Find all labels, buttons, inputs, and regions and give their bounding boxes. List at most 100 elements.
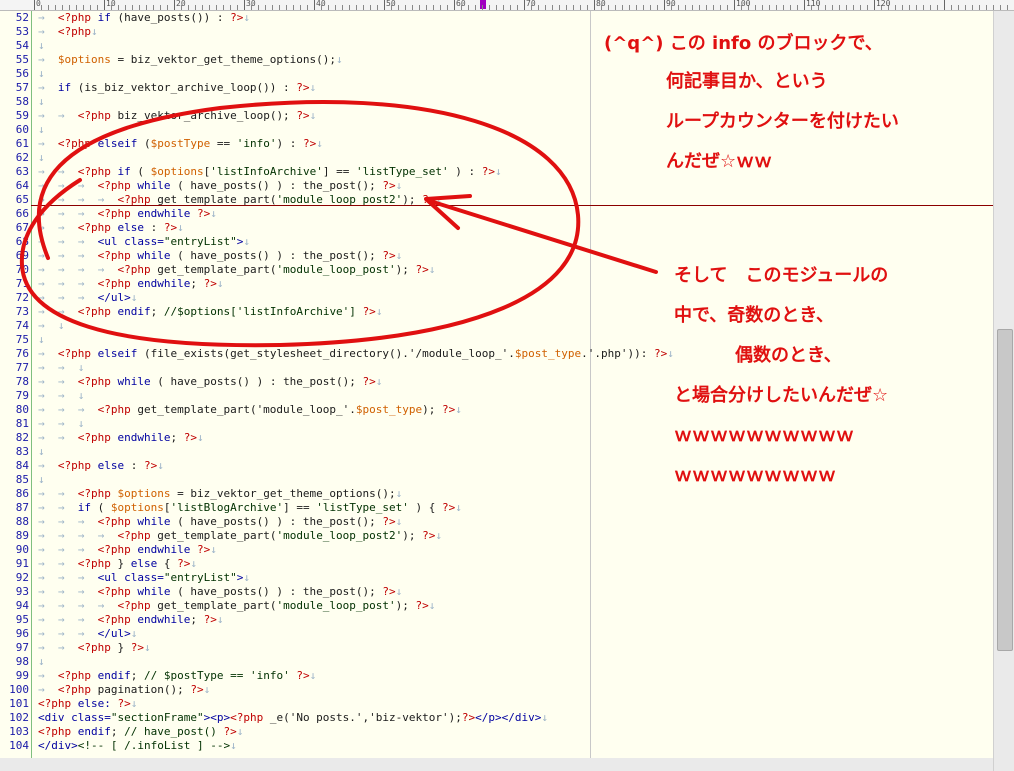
code-token: while — [130, 179, 178, 192]
code-token: <?php — [117, 529, 151, 542]
code-token: ; — [130, 669, 144, 682]
ruler-tick — [223, 5, 224, 10]
line-text: → → → <?php endwhile; ?>↓ — [38, 613, 223, 627]
ruler-tick — [489, 5, 490, 10]
code-token: else — [91, 459, 131, 472]
newline-mark: ↓ — [177, 221, 184, 234]
tab-mark: → — [38, 347, 58, 360]
ruler-tick — [559, 5, 560, 10]
newline-mark: ↓ — [435, 529, 443, 542]
ruler-tick — [573, 5, 574, 10]
ruler-tick — [139, 5, 140, 10]
ruler-label: 20 — [176, 0, 186, 8]
tab-mark: → → → — [38, 585, 98, 598]
scrollbar-thumb[interactable] — [997, 329, 1013, 651]
code-token: <?php — [230, 711, 264, 724]
newline-mark: ↓ — [157, 459, 164, 472]
line-text: → → → </ul>↓ — [38, 291, 137, 305]
line-text: → → → <?php endwhile ?>↓ — [38, 543, 217, 557]
line-text: → → <?php while ( have_posts() ) : the_p… — [38, 375, 382, 389]
line-text: → → <?php if ( $options['listInfoArchive… — [38, 165, 502, 179]
line-number: 78 — [15, 375, 29, 388]
newline-mark: ↓ — [203, 683, 211, 696]
tab-mark: → → — [38, 557, 78, 570]
line-text: ↓ — [38, 333, 45, 347]
code-token: <?php — [57, 137, 91, 150]
ruler-tick — [664, 0, 665, 10]
annotation-text: そして このモジュールの — [674, 265, 889, 286]
code-token: ( — [97, 501, 111, 514]
ruler-tick — [433, 5, 434, 10]
code-token: <ul class= — [97, 571, 164, 584]
ruler-tick — [97, 5, 98, 10]
ruler-tick — [167, 5, 168, 10]
newline-mark: ↓ — [375, 375, 383, 388]
code-token: elseif — [91, 137, 144, 150]
line-number: 52 — [15, 11, 29, 24]
ruler-tick — [83, 5, 84, 10]
ruler-label: 110 — [806, 0, 821, 8]
horizontal-scrollbar[interactable] — [0, 758, 993, 771]
code-token: else: — [71, 697, 118, 710]
ruler-tick — [797, 5, 798, 10]
line-text: ↓ — [38, 123, 45, 137]
line-number: 77 — [15, 361, 29, 374]
code-token: 'info' — [236, 137, 277, 150]
code-token: endif — [71, 725, 111, 738]
ruler-tick — [545, 5, 546, 10]
line-text: → if (is_biz_vektor_archive_loop()) : ?>… — [38, 81, 316, 95]
code-token: 'module_loop_post' — [276, 599, 396, 612]
line-number: 58 — [15, 95, 29, 108]
code-token: ) { — [408, 501, 443, 514]
line-text: → → → → <?php get_template_part('module_… — [38, 599, 435, 613]
ruler-tick — [552, 5, 553, 10]
tab-mark: → → — [38, 221, 78, 234]
newline-mark: ↓ — [541, 711, 548, 724]
code-token: get_template_part('module_loop_'. — [130, 403, 356, 416]
line-number: 94 — [15, 599, 29, 612]
newline-mark: ↓ — [38, 333, 45, 346]
code-token: <?php — [57, 11, 91, 24]
ruler-tick — [412, 5, 413, 10]
annotation-text: ｗｗｗｗｗｗｗｗｗｗ — [674, 425, 854, 446]
newline-mark: ↓ — [455, 403, 462, 416]
code-token: ?> — [362, 305, 376, 318]
ruler-tick — [104, 0, 105, 10]
line-text: → → → <?php while ( have_posts() ) : the… — [38, 585, 402, 599]
code-token: ?> — [422, 529, 436, 542]
line-text: → $options = biz_vektor_get_theme_option… — [38, 53, 343, 67]
code-token: <?php — [57, 25, 91, 38]
code-token: ; — [190, 613, 204, 626]
newline-mark: ↓ — [236, 725, 244, 738]
code-token: "entryList" — [163, 235, 237, 248]
vertical-scrollbar[interactable] — [993, 11, 1014, 771]
tab-mark: → → — [38, 417, 78, 430]
ruler-tick — [692, 5, 693, 10]
newline-mark: ↓ — [316, 137, 323, 150]
newline-mark: ↓ — [38, 39, 45, 52]
code-token: ?> — [144, 459, 158, 472]
ruler-tick — [853, 5, 854, 10]
code-token: ?> — [382, 515, 396, 528]
code-token: pagination(); — [91, 683, 191, 696]
ruler-tick — [524, 0, 525, 10]
ruler-tick — [566, 5, 567, 10]
code-token: // have_post() — [124, 725, 224, 738]
ruler-tick — [734, 0, 735, 10]
ruler-tick — [335, 5, 336, 10]
annotation-text: と場合分けしたいんだぜ☆ — [674, 385, 889, 406]
ruler-tick — [258, 5, 259, 10]
code-token: ?> — [177, 557, 191, 570]
annotation-text: (^q^) この info のブロックで、 — [604, 33, 883, 54]
code-token: if — [110, 165, 138, 178]
line-text: ↓ — [38, 655, 45, 669]
code-token: <?php — [77, 375, 111, 388]
line-number: 67 — [15, 221, 29, 234]
newline-mark: ↓ — [210, 207, 217, 220]
ruler-tick — [755, 5, 756, 10]
ruler-tick — [286, 5, 287, 10]
line-number: 75 — [15, 333, 29, 346]
ruler-tick — [503, 5, 504, 10]
code-token: ?> — [203, 613, 217, 626]
newline-mark: ↓ — [130, 291, 138, 304]
